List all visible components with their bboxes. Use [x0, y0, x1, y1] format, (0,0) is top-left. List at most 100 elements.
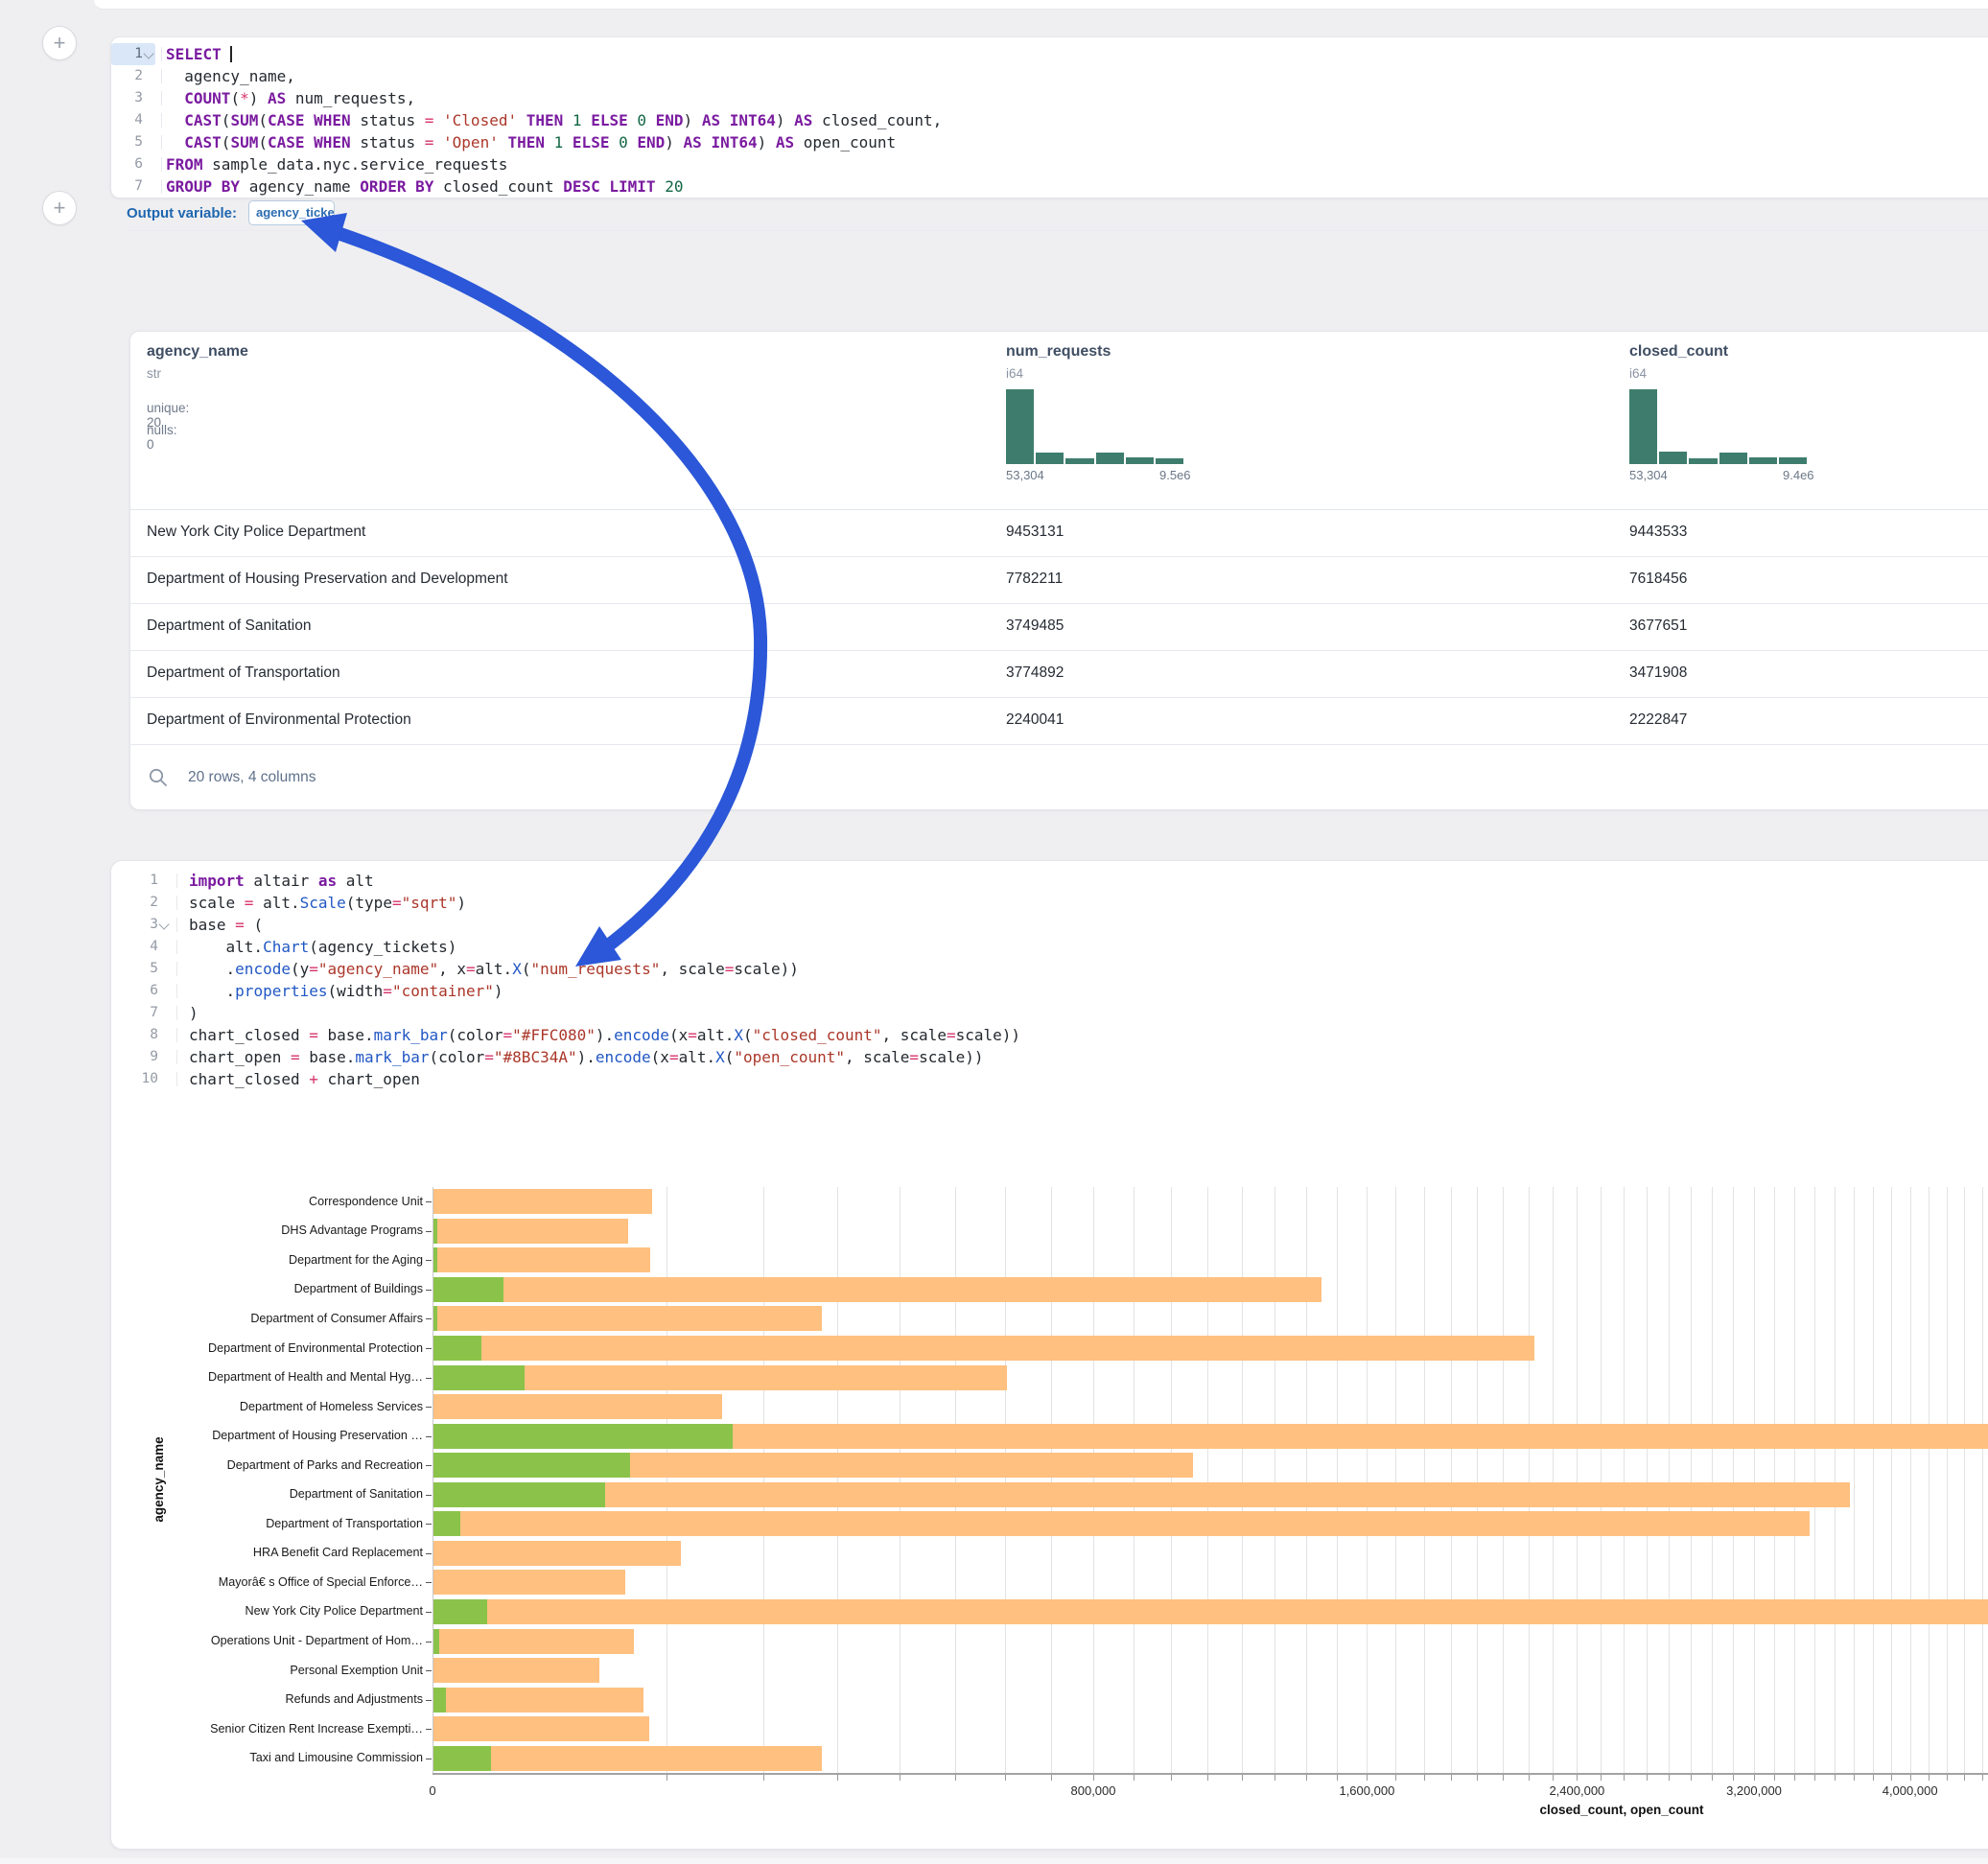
bar-closed-17: [433, 1688, 643, 1713]
bar-closed-12: [433, 1541, 681, 1566]
bar-closed-14: [433, 1599, 1988, 1624]
output-variable-pill[interactable]: agency_tickets: [248, 200, 335, 225]
code-line: 2scale = alt.Scale(type="sqrt"): [111, 892, 1988, 914]
x-axis-tick-label: 3,200,000: [1726, 1783, 1782, 1798]
previous-cell-edge: [94, 0, 1988, 10]
section-divider: [127, 230, 1988, 231]
code-line: 3base = (: [111, 914, 1988, 936]
table-row[interactable]: Department of Housing Preservation and D…: [130, 556, 1988, 604]
bar-open-9: [433, 1453, 630, 1478]
bar-closed-7: [433, 1394, 722, 1419]
y-axis-label: New York City Police Department: [246, 1604, 424, 1618]
search-icon[interactable]: [148, 767, 169, 788]
code-line: 7): [111, 1002, 1988, 1024]
table-footer: 20 rows, 4 columns: [130, 746, 1988, 809]
y-axis-label: Refunds and Adjustments: [285, 1692, 423, 1706]
table-header: agency_namestrunique: 20nulls: 0 num_req…: [130, 332, 1988, 510]
bar-closed-10: [433, 1482, 1850, 1507]
y-axis-label: Department of Environmental Protection: [208, 1341, 423, 1355]
code-line: 5 .encode(y="agency_name", x=alt.X("num_…: [111, 958, 1988, 980]
bar-closed-3: [433, 1277, 1321, 1302]
bar-open-8: [433, 1424, 733, 1449]
y-axis-label: Department for the Aging: [289, 1253, 423, 1267]
add-cell-button-middle[interactable]: +: [42, 191, 77, 225]
x-axis-tick-label: 4,000,000: [1883, 1783, 1938, 1798]
code-line: 8chart_closed = base.mark_bar(color="#FF…: [111, 1024, 1988, 1046]
bar-closed-4: [433, 1306, 822, 1331]
output-variable-row: Output variable: agency_tickets: [127, 198, 335, 227]
code-line: 10chart_closed + chart_open: [111, 1068, 1988, 1090]
y-axis-label: Department of Health and Mental Hyg…: [208, 1370, 423, 1384]
y-axis-label: Taxi and Limousine Commission: [249, 1751, 423, 1764]
code-line: 7GROUP BY agency_name ORDER BY closed_co…: [111, 175, 1988, 198]
code-line: 3 COUNT(*) AS num_requests,: [111, 87, 1988, 109]
bar-closed-2: [433, 1247, 650, 1272]
sql-cell[interactable]: 1SELECT 2 agency_name,3 COUNT(*) AS num_…: [110, 36, 1988, 198]
y-axis-label: Department of Homeless Services: [240, 1400, 423, 1413]
bar-closed-15: [433, 1629, 634, 1654]
x-axis-tick-label: 1,600,000: [1339, 1783, 1394, 1798]
table-row[interactable]: Department of Environmental Protection22…: [130, 697, 1988, 745]
y-axis-label: Personal Exemption Unit: [290, 1664, 423, 1677]
bar-closed-0: [433, 1189, 652, 1214]
code-line: 1SELECT: [111, 43, 1988, 65]
page-bottom-strip: [0, 1858, 1988, 1864]
bar-closed-18: [433, 1716, 649, 1741]
table-row[interactable]: Department of Sanitation37494853677651: [130, 603, 1988, 651]
bar-closed-19: [433, 1746, 822, 1771]
table-preview-card: agency_namestrunique: 20nulls: 0 num_req…: [129, 331, 1988, 810]
code-line: 4 CAST(SUM(CASE WHEN status = 'Closed' T…: [111, 109, 1988, 131]
y-axis-label: Department of Sanitation: [290, 1487, 423, 1501]
code-line: 9chart_open = base.mark_bar(color="#8BC3…: [111, 1046, 1988, 1068]
column-histogram: [1629, 389, 1807, 464]
bar-open-11: [433, 1511, 460, 1536]
y-axis-label: Department of Buildings: [294, 1282, 423, 1295]
bar-open-5: [433, 1336, 481, 1361]
bar-open-1: [433, 1219, 437, 1244]
y-axis-label: Senior Citizen Rent Increase Exempti…: [210, 1722, 423, 1736]
python-code-editor[interactable]: 1import altair as alt2scale = alt.Scale(…: [111, 870, 1988, 1090]
y-axis-title: agency_name: [152, 1436, 166, 1522]
y-axis-label: Operations Unit - Department of Hom…: [211, 1634, 423, 1647]
add-cell-button-top[interactable]: +: [42, 26, 77, 60]
bar-closed-16: [433, 1658, 599, 1683]
code-line: 6 .properties(width="container"): [111, 980, 1988, 1002]
code-line: 6FROM sample_data.nyc.service_requests: [111, 153, 1988, 175]
bar-open-6: [433, 1365, 525, 1390]
y-axis-label: Department of Consumer Affairs: [250, 1312, 423, 1325]
bar-open-19: [433, 1746, 491, 1771]
y-axis-label: Correspondence Unit: [309, 1195, 423, 1208]
python-chart-cell: 1import altair as alt2scale = alt.Scale(…: [110, 860, 1988, 1850]
code-line: 2 agency_name,: [111, 65, 1988, 87]
bar-open-3: [433, 1277, 503, 1302]
bar-closed-5: [433, 1336, 1534, 1361]
bar-open-15: [433, 1629, 439, 1654]
x-axis-tick-label: 2,400,000: [1549, 1783, 1604, 1798]
bar-open-10: [433, 1482, 605, 1507]
text-cursor: [230, 46, 232, 62]
bar-closed-1: [433, 1219, 628, 1244]
table-row[interactable]: Department of Transportation377489234719…: [130, 650, 1988, 698]
code-line: 4 alt.Chart(agency_tickets): [111, 936, 1988, 958]
chart-plot-area: [433, 1187, 1988, 1773]
y-axis-label: Department of Housing Preservation …: [212, 1429, 423, 1442]
y-axis-label: Department of Parks and Recreation: [227, 1458, 423, 1472]
sql-code-editor[interactable]: 1SELECT 2 agency_name,3 COUNT(*) AS num_…: [111, 43, 1988, 198]
notebook-page: + 1SELECT 2 agency_name,3 COUNT(*) AS nu…: [0, 0, 1988, 1864]
code-line: 1import altair as alt: [111, 870, 1988, 892]
bar-open-4: [433, 1306, 437, 1331]
row-count-label: 20 rows, 4 columns: [188, 769, 316, 786]
bar-closed-13: [433, 1570, 625, 1595]
bar-open-2: [433, 1247, 437, 1272]
y-axis-label: Mayorâ€ s Office of Special Enforce…: [219, 1575, 423, 1589]
bar-open-14: [433, 1599, 487, 1624]
bar-open-17: [433, 1688, 446, 1713]
y-axis-label: HRA Benefit Card Replacement: [253, 1546, 423, 1559]
output-variable-label: Output variable:: [127, 205, 237, 221]
y-axis-label: Department of Transportation: [266, 1517, 423, 1530]
bar-closed-11: [433, 1511, 1810, 1536]
y-axis-label: DHS Advantage Programs: [281, 1223, 423, 1237]
table-row[interactable]: New York City Police Department945313194…: [130, 509, 1988, 557]
x-axis-tick-label: 800,000: [1071, 1783, 1116, 1798]
x-axis-tick-label: 0: [429, 1783, 435, 1798]
